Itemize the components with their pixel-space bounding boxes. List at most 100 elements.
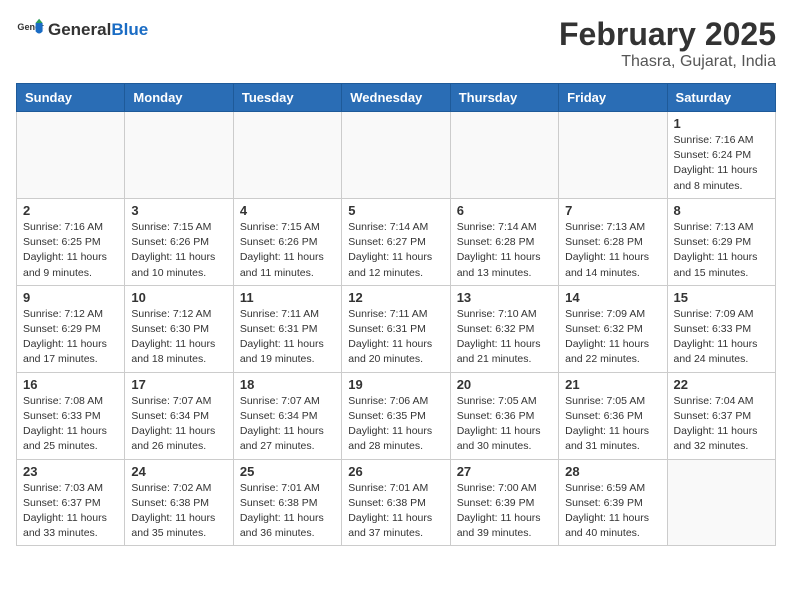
day-number: 14	[565, 290, 660, 305]
day-number: 4	[240, 203, 335, 218]
day-info: Sunrise: 7:08 AM Sunset: 6:33 PM Dayligh…	[23, 394, 118, 455]
day-number: 16	[23, 377, 118, 392]
calendar-cell: 18 Sunrise: 7:07 AM Sunset: 6:34 PM Dayli…	[233, 372, 341, 459]
day-number: 7	[565, 203, 660, 218]
calendar-cell: 22Sunrise: 7:04 AM Sunset: 6:37 PM Dayli…	[667, 372, 775, 459]
calendar-header-wednesday: Wednesday	[342, 84, 450, 112]
calendar-header-saturday: Saturday	[667, 84, 775, 112]
calendar-cell: 21 Sunrise: 7:05 AM Sunset: 6:36 PM Dayli…	[559, 372, 667, 459]
calendar-cell	[667, 459, 775, 546]
day-info: Sunrise: 7:13 AM Sunset: 6:28 PM Dayligh…	[565, 220, 660, 281]
day-info: Sunrise: 7:12 AM Sunset: 6:30 PM Dayligh…	[131, 307, 226, 368]
day-number: 18	[240, 377, 335, 392]
day-number: 5	[348, 203, 443, 218]
calendar-cell: 15Sunrise: 7:09 AM Sunset: 6:33 PM Dayli…	[667, 285, 775, 372]
day-number: 12	[348, 290, 443, 305]
day-info: Sunrise: 7:05 AM Sunset: 6:36 PM Dayligh…	[565, 394, 660, 455]
day-info: Sunrise: 7:07 AM Sunset: 6:34 PM Dayligh…	[131, 394, 226, 455]
logo-icon: General	[16, 16, 44, 44]
day-info: Sunrise: 7:01 AM Sunset: 6:38 PM Dayligh…	[240, 481, 335, 542]
day-info: Sunrise: 7:11 AM Sunset: 6:31 PM Dayligh…	[348, 307, 443, 368]
day-info: Sunrise: 7:12 AM Sunset: 6:29 PM Dayligh…	[23, 307, 118, 368]
day-info: Sunrise: 7:10 AM Sunset: 6:32 PM Dayligh…	[457, 307, 552, 368]
calendar-cell: 27 Sunrise: 7:00 AM Sunset: 6:39 PM Dayli…	[450, 459, 558, 546]
day-number: 20	[457, 377, 552, 392]
day-info: Sunrise: 7:00 AM Sunset: 6:39 PM Dayligh…	[457, 481, 552, 542]
calendar-cell	[17, 112, 125, 199]
calendar-cell: 4Sunrise: 7:15 AM Sunset: 6:26 PM Daylig…	[233, 198, 341, 285]
calendar-cell	[450, 112, 558, 199]
day-info: Sunrise: 6:59 AM Sunset: 6:39 PM Dayligh…	[565, 481, 660, 542]
calendar-cell: 11 Sunrise: 7:11 AM Sunset: 6:31 PM Dayli…	[233, 285, 341, 372]
logo-blue: Blue	[111, 20, 148, 39]
calendar-cell	[233, 112, 341, 199]
calendar-cell: 16 Sunrise: 7:08 AM Sunset: 6:33 PM Dayli…	[17, 372, 125, 459]
header: General GeneralBlue February 2025 Thasra…	[16, 16, 776, 71]
day-info: Sunrise: 7:14 AM Sunset: 6:28 PM Dayligh…	[457, 220, 552, 281]
day-number: 19	[348, 377, 443, 392]
day-number: 15	[674, 290, 769, 305]
day-number: 11	[240, 290, 335, 305]
day-number: 21	[565, 377, 660, 392]
day-info: Sunrise: 7:16 AM Sunset: 6:25 PM Dayligh…	[23, 220, 118, 281]
day-info: Sunrise: 7:01 AM Sunset: 6:38 PM Dayligh…	[348, 481, 443, 542]
calendar-header-friday: Friday	[559, 84, 667, 112]
calendar-header-row: SundayMondayTuesdayWednesdayThursdayFrid…	[17, 84, 776, 112]
calendar-cell: 28 Sunrise: 6:59 AM Sunset: 6:39 PM Dayli…	[559, 459, 667, 546]
calendar-cell: 20 Sunrise: 7:05 AM Sunset: 6:36 PM Dayli…	[450, 372, 558, 459]
day-info: Sunrise: 7:07 AM Sunset: 6:34 PM Dayligh…	[240, 394, 335, 455]
day-number: 27	[457, 464, 552, 479]
calendar: SundayMondayTuesdayWednesdayThursdayFrid…	[16, 83, 776, 546]
day-info: Sunrise: 7:13 AM Sunset: 6:29 PM Dayligh…	[674, 220, 769, 281]
day-info: Sunrise: 7:16 AM Sunset: 6:24 PM Dayligh…	[674, 133, 769, 194]
calendar-header-sunday: Sunday	[17, 84, 125, 112]
calendar-cell	[125, 112, 233, 199]
calendar-cell: 26 Sunrise: 7:01 AM Sunset: 6:38 PM Dayli…	[342, 459, 450, 546]
day-number: 26	[348, 464, 443, 479]
calendar-cell: 8 Sunrise: 7:13 AM Sunset: 6:29 PM Daylig…	[667, 198, 775, 285]
calendar-cell: 24Sunrise: 7:02 AM Sunset: 6:38 PM Dayli…	[125, 459, 233, 546]
day-number: 3	[131, 203, 226, 218]
day-info: Sunrise: 7:09 AM Sunset: 6:32 PM Dayligh…	[565, 307, 660, 368]
day-number: 24	[131, 464, 226, 479]
logo-general: General	[48, 20, 111, 39]
calendar-week-row-4: 23Sunrise: 7:03 AM Sunset: 6:37 PM Dayli…	[17, 459, 776, 546]
day-number: 10	[131, 290, 226, 305]
calendar-week-row-2: 9 Sunrise: 7:12 AM Sunset: 6:29 PM Daylig…	[17, 285, 776, 372]
calendar-cell: 5 Sunrise: 7:14 AM Sunset: 6:27 PM Daylig…	[342, 198, 450, 285]
day-number: 8	[674, 203, 769, 218]
calendar-cell: 23Sunrise: 7:03 AM Sunset: 6:37 PM Dayli…	[17, 459, 125, 546]
day-number: 28	[565, 464, 660, 479]
day-number: 6	[457, 203, 552, 218]
calendar-header-monday: Monday	[125, 84, 233, 112]
day-info: Sunrise: 7:05 AM Sunset: 6:36 PM Dayligh…	[457, 394, 552, 455]
logo: General GeneralBlue	[16, 16, 148, 44]
calendar-cell	[559, 112, 667, 199]
calendar-cell: 9 Sunrise: 7:12 AM Sunset: 6:29 PM Daylig…	[17, 285, 125, 372]
calendar-cell: 6 Sunrise: 7:14 AM Sunset: 6:28 PM Daylig…	[450, 198, 558, 285]
day-number: 9	[23, 290, 118, 305]
day-info: Sunrise: 7:15 AM Sunset: 6:26 PM Dayligh…	[131, 220, 226, 281]
calendar-cell: 10 Sunrise: 7:12 AM Sunset: 6:30 PM Dayli…	[125, 285, 233, 372]
day-info: Sunrise: 7:06 AM Sunset: 6:35 PM Dayligh…	[348, 394, 443, 455]
calendar-header-tuesday: Tuesday	[233, 84, 341, 112]
calendar-cell: 17Sunrise: 7:07 AM Sunset: 6:34 PM Dayli…	[125, 372, 233, 459]
day-number: 13	[457, 290, 552, 305]
calendar-week-row-3: 16 Sunrise: 7:08 AM Sunset: 6:33 PM Dayli…	[17, 372, 776, 459]
day-info: Sunrise: 7:14 AM Sunset: 6:27 PM Dayligh…	[348, 220, 443, 281]
calendar-cell	[342, 112, 450, 199]
day-info: Sunrise: 7:03 AM Sunset: 6:37 PM Dayligh…	[23, 481, 118, 542]
calendar-cell: 7 Sunrise: 7:13 AM Sunset: 6:28 PM Daylig…	[559, 198, 667, 285]
day-info: Sunrise: 7:11 AM Sunset: 6:31 PM Dayligh…	[240, 307, 335, 368]
calendar-week-row-0: 1 Sunrise: 7:16 AM Sunset: 6:24 PM Daylig…	[17, 112, 776, 199]
main-title: February 2025	[559, 16, 776, 53]
calendar-cell: 2Sunrise: 7:16 AM Sunset: 6:25 PM Daylig…	[17, 198, 125, 285]
calendar-header-thursday: Thursday	[450, 84, 558, 112]
title-area: February 2025 Thasra, Gujarat, India	[559, 16, 776, 71]
calendar-cell: 1 Sunrise: 7:16 AM Sunset: 6:24 PM Daylig…	[667, 112, 775, 199]
calendar-cell: 3 Sunrise: 7:15 AM Sunset: 6:26 PM Daylig…	[125, 198, 233, 285]
calendar-cell: 19 Sunrise: 7:06 AM Sunset: 6:35 PM Dayli…	[342, 372, 450, 459]
day-number: 1	[674, 116, 769, 131]
day-number: 25	[240, 464, 335, 479]
day-number: 22	[674, 377, 769, 392]
